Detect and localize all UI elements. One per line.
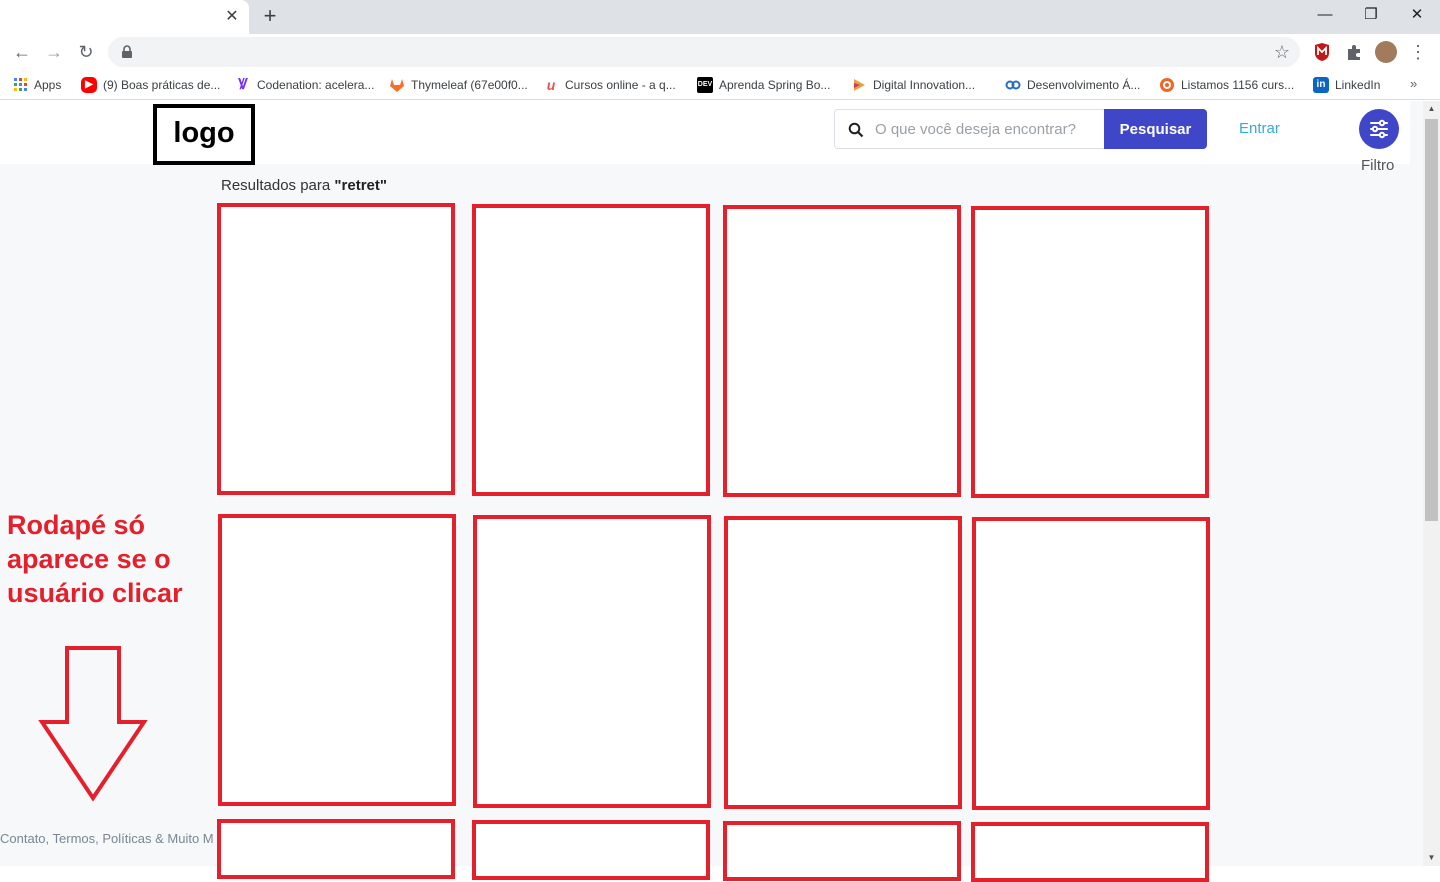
mcafee-extension-icon[interactable] [1311, 41, 1333, 63]
login-link[interactable]: Entrar [1239, 120, 1280, 137]
filter-label: Filtro [1361, 157, 1395, 174]
target-icon [1160, 78, 1174, 92]
result-card[interactable] [217, 203, 455, 495]
bookmark-label: Apps [34, 78, 62, 92]
close-tab-icon[interactable]: ✕ [223, 8, 241, 26]
bookmark-star-icon[interactable]: ☆ [1274, 41, 1290, 63]
minimize-icon[interactable]: — [1313, 4, 1337, 26]
bookmark-desenvolvimento[interactable]: Desenvolvimento Á... [1005, 76, 1140, 94]
results-heading: Resultados para "retret" [221, 177, 387, 194]
bookmark-label: Desenvolvimento Á... [1027, 78, 1141, 92]
link-icon [1005, 80, 1021, 90]
forward-icon[interactable]: → [42, 40, 66, 64]
scroll-up-icon[interactable]: ▲ [1423, 101, 1440, 117]
close-window-icon[interactable]: ✕ [1405, 4, 1429, 26]
bookmark-apps[interactable]: Apps [14, 76, 61, 94]
result-card[interactable] [723, 821, 961, 881]
bookmark-label: Digital Innovation... [873, 78, 976, 92]
udemy-icon: u [546, 77, 556, 93]
result-card[interactable] [971, 822, 1209, 882]
bookmark-codenation[interactable]: Ꝟ Codenation: acelera... [235, 76, 374, 94]
footer-annotation: Rodapé só aparece se o usuário clicar [7, 510, 183, 608]
filter-button[interactable] [1359, 109, 1399, 149]
linkedin-icon: in [1313, 77, 1329, 93]
youtube-icon: ▶ [81, 77, 97, 93]
result-card[interactable] [218, 514, 456, 806]
result-card[interactable] [472, 820, 710, 880]
bookmark-label: (9) Boas práticas de... [103, 78, 221, 92]
bookmark-label: Cursos online - a q... [565, 78, 676, 92]
more-bookmarks-icon[interactable]: » [1410, 76, 1417, 91]
bookmark-label: Codenation: acelera... [257, 78, 375, 92]
results-query: "retret" [334, 177, 387, 194]
search-box [834, 109, 1104, 149]
result-card[interactable] [971, 206, 1209, 498]
back-icon[interactable]: ← [10, 40, 34, 64]
footer-links[interactable]: Contato, Termos, Políticas & Muito Mais [0, 831, 213, 846]
search-input[interactable] [875, 118, 1095, 140]
profile-avatar[interactable] [1375, 41, 1397, 63]
bookmark-youtube[interactable]: ▶ (9) Boas práticas de... [81, 76, 220, 94]
lock-icon [122, 45, 132, 58]
page-scrollbar[interactable]: ▲ ▼ [1423, 101, 1440, 866]
bookmark-dev[interactable]: DEV Aprenda Spring Bo... [697, 76, 830, 94]
gitlab-icon [390, 79, 404, 92]
scroll-down-icon[interactable]: ▼ [1423, 850, 1440, 866]
bookmark-linkedin[interactable]: in LinkedIn [1313, 76, 1380, 94]
result-card[interactable] [473, 515, 711, 808]
tab-strip: ✕ + — ❐ ✕ [0, 0, 1440, 34]
new-tab-button[interactable]: + [259, 5, 281, 28]
address-bar[interactable]: ☆ [108, 37, 1300, 67]
bookmark-udemy[interactable]: u Cursos online - a q... [543, 76, 676, 94]
reload-icon[interactable]: ↻ [74, 40, 98, 64]
result-card[interactable] [723, 205, 961, 497]
dev-icon: DEV [697, 77, 713, 93]
bookmark-gitlab[interactable]: Thymeleaf (67e00f0... [389, 76, 528, 94]
sliders-icon [1370, 119, 1388, 139]
bookmark-label: Listamos 1156 curs... [1181, 78, 1295, 92]
restore-icon[interactable]: ❐ [1359, 4, 1383, 26]
dio-icon [854, 79, 865, 91]
codenation-icon: Ꝟ [238, 76, 248, 93]
result-card[interactable] [472, 204, 710, 496]
site-logo[interactable]: logo [153, 104, 255, 165]
search-button[interactable]: Pesquisar [1104, 109, 1207, 149]
bookmark-listamos[interactable]: Listamos 1156 curs... [1159, 76, 1294, 94]
extensions-puzzle-icon[interactable] [1343, 41, 1365, 63]
menu-kebab-icon[interactable]: ⋮ [1406, 40, 1430, 64]
bookmark-dio[interactable]: Digital Innovation... [851, 76, 975, 94]
result-card[interactable] [724, 516, 962, 809]
browser-toolbar: ← → ↻ ☆ ⋮ [0, 34, 1440, 70]
bookmark-label: LinkedIn [1335, 78, 1381, 92]
bookmark-label: Aprenda Spring Bo... [719, 78, 831, 92]
page-content: logo Pesquisar Entrar Filtro Resultados … [0, 101, 1440, 882]
down-arrow-icon [38, 646, 148, 802]
results-prefix: Resultados para [221, 177, 335, 194]
apps-grid-icon [14, 78, 27, 91]
bookmarks-bar: Apps ▶ (9) Boas práticas de... Ꝟ Codenat… [0, 70, 1440, 100]
result-card[interactable] [217, 819, 455, 879]
result-card[interactable] [972, 517, 1210, 810]
bookmark-label: Thymeleaf (67e00f0... [411, 78, 528, 92]
search-icon [848, 122, 864, 138]
scroll-thumb[interactable] [1425, 119, 1438, 521]
active-tab[interactable]: ✕ [0, 0, 249, 34]
site-header: logo Pesquisar Entrar [0, 101, 1410, 165]
